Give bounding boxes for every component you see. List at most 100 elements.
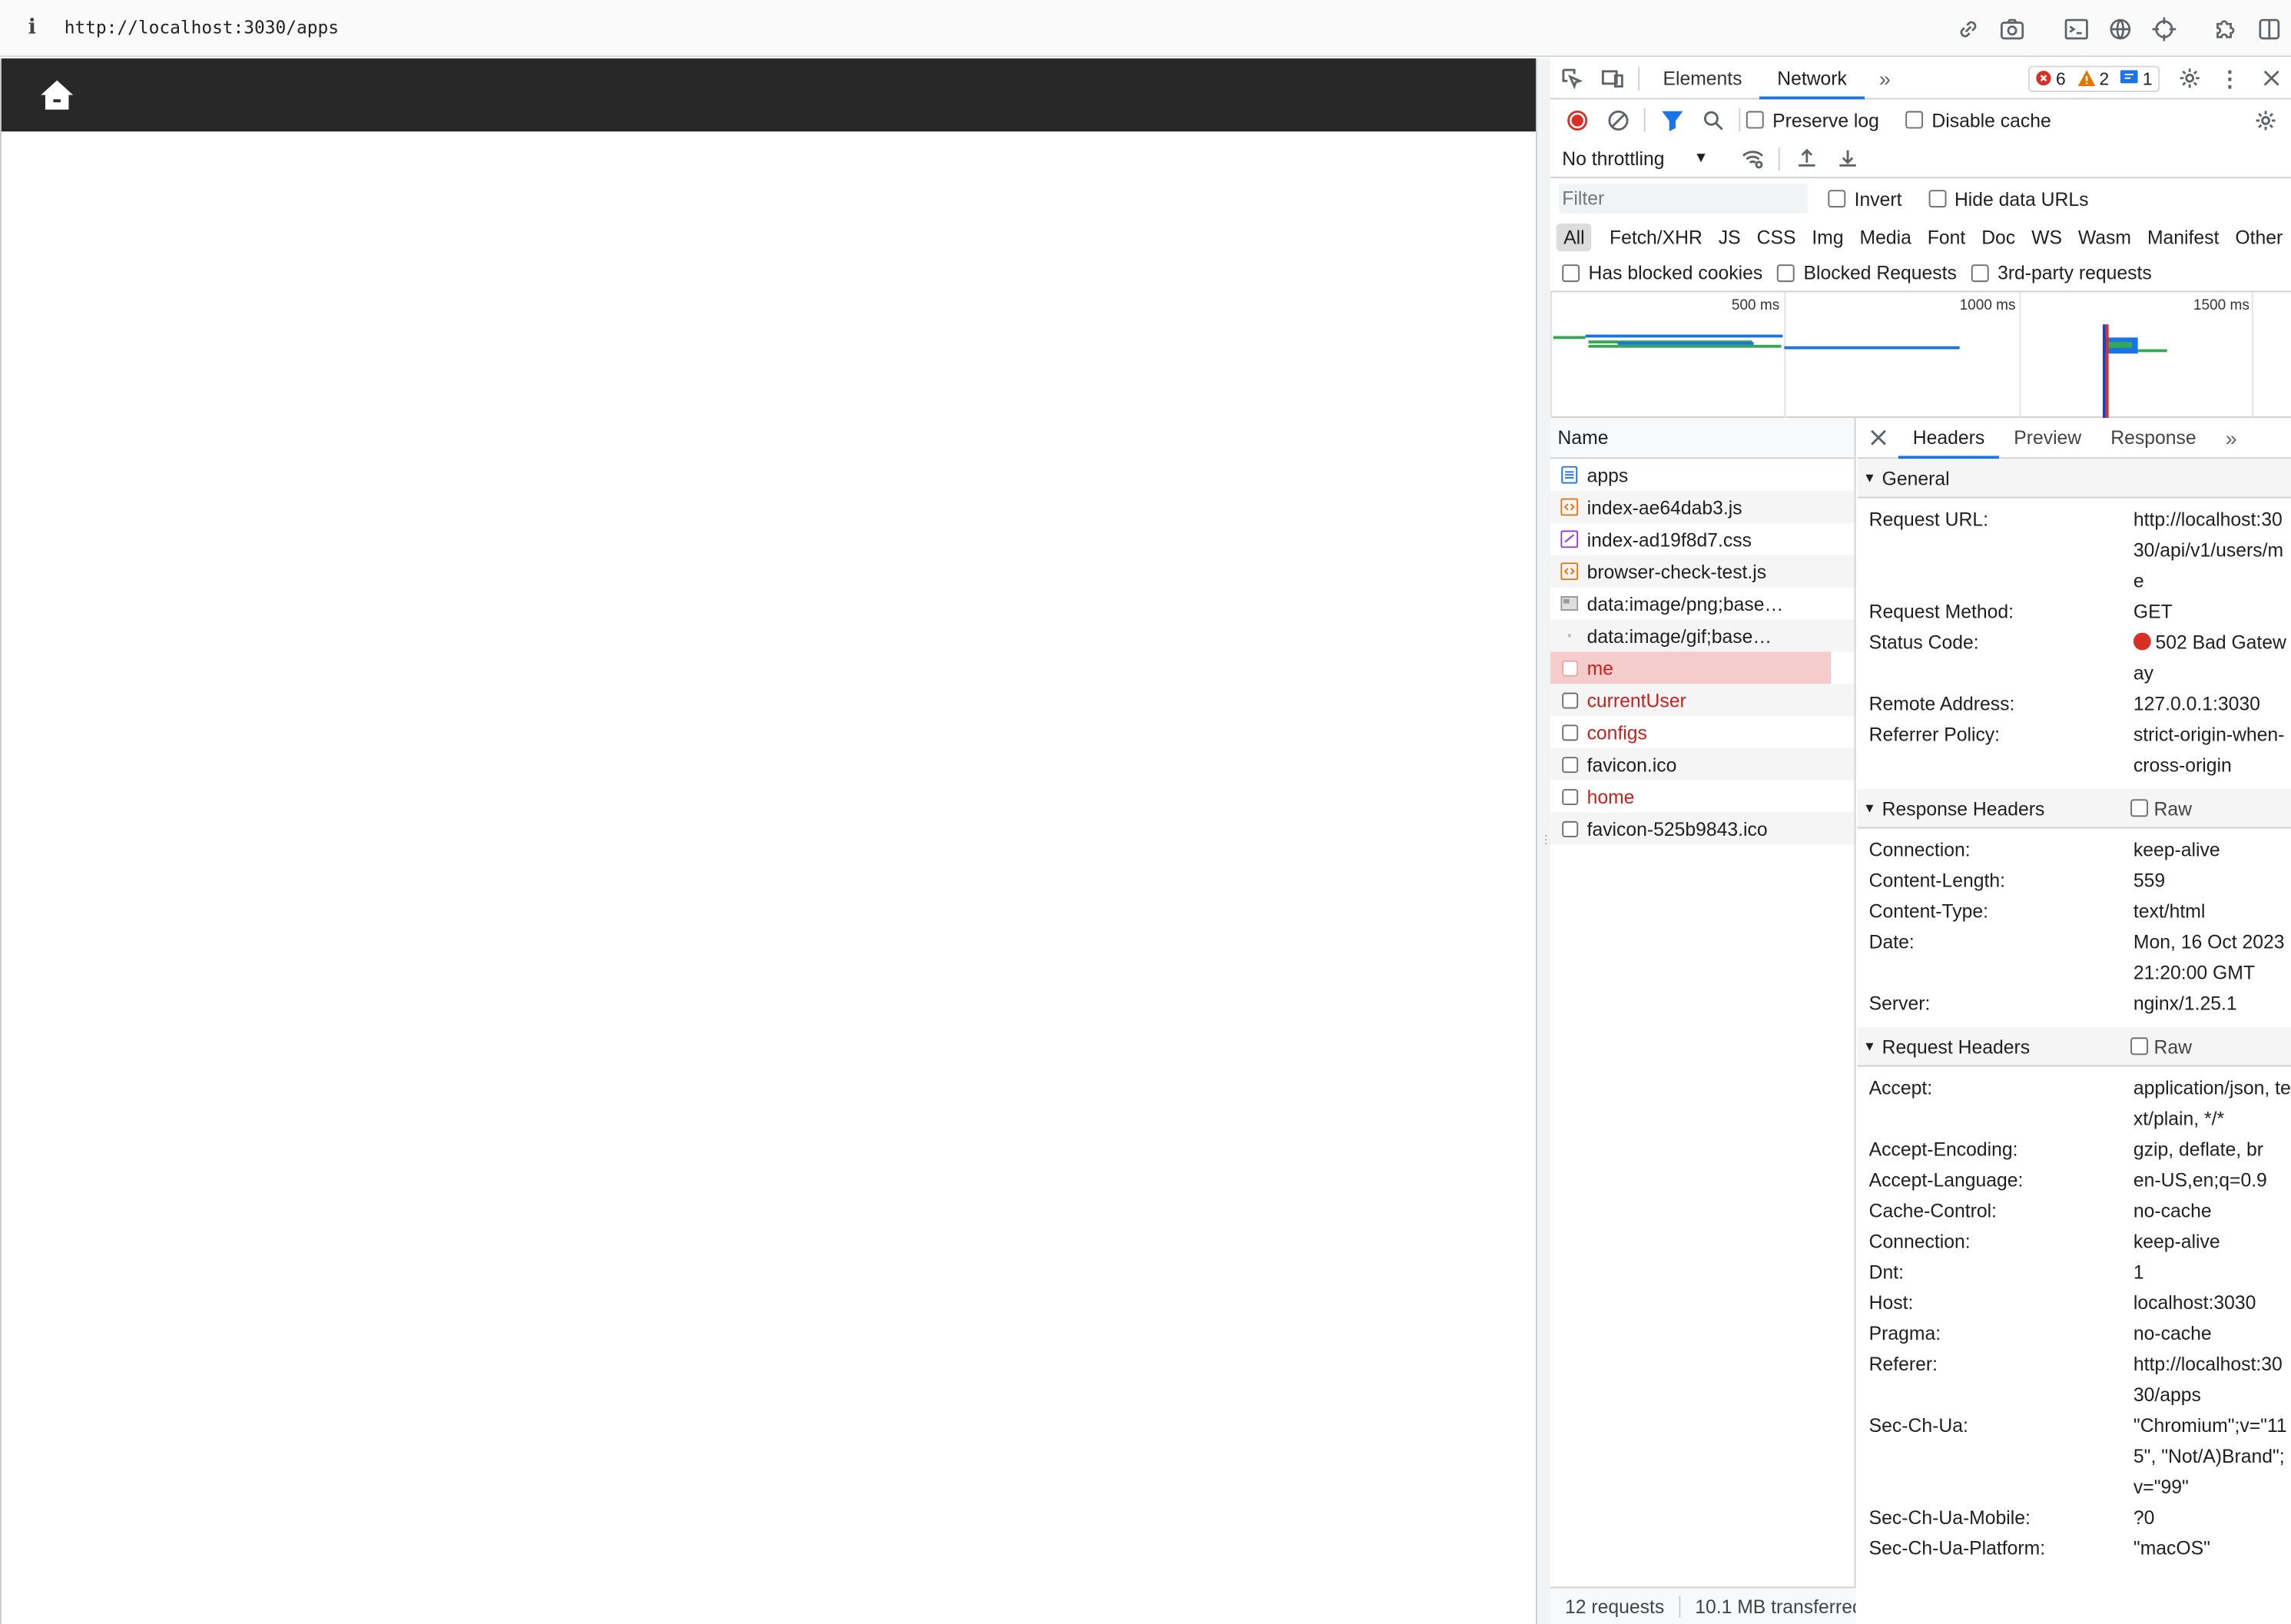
network-timeline[interactable]: 500 ms 1000 ms 1500 ms: [1550, 292, 2291, 418]
collapse-triangle-icon: ▼: [1863, 800, 1877, 816]
extensions-icon[interactable]: [2203, 7, 2247, 51]
import-har-icon[interactable]: [1785, 138, 1826, 179]
request-name: me: [1586, 656, 1613, 679]
request-row[interactable]: data:image/png;base…: [1550, 588, 1855, 620]
tab-headers[interactable]: Headers: [1898, 418, 2000, 459]
record-stop-icon[interactable]: [1557, 99, 1597, 140]
request-row[interactable]: favicon.ico: [1550, 747, 1855, 781]
timeline-gridline: [1550, 292, 1552, 418]
type-js[interactable]: JS: [1711, 223, 1748, 250]
network-settings-icon[interactable]: [2244, 99, 2285, 140]
filter-input[interactable]: Filter: [1559, 184, 1808, 214]
tab-response[interactable]: Response: [2096, 418, 2210, 458]
request-row[interactable]: configs: [1550, 716, 1855, 748]
section-general[interactable]: ▼ General: [1857, 459, 2291, 499]
blocked-requests-checkbox[interactable]: Blocked Requests: [1777, 261, 1957, 283]
checkbox[interactable]: [1971, 263, 1989, 282]
blocked-cookies-checkbox[interactable]: Has blocked cookies: [1562, 261, 1762, 283]
preserve-log-checkbox[interactable]: Preserve log: [1746, 109, 1879, 131]
invert-checkbox[interactable]: Invert: [1828, 187, 1901, 210]
request-row[interactable]: index-ad19f8d7.css: [1550, 523, 1855, 555]
tab-elements[interactable]: Elements: [1646, 58, 1760, 98]
header-row: Connection: keep-alive: [1857, 1226, 2291, 1257]
type-media[interactable]: Media: [1852, 223, 1918, 250]
raw-toggle[interactable]: Raw: [2130, 1036, 2192, 1057]
type-doc[interactable]: Doc: [1974, 223, 2023, 250]
more-tabs-icon[interactable]: »: [2211, 418, 2252, 458]
inspect-icon[interactable]: [1550, 58, 1591, 98]
camera-icon[interactable]: [1991, 7, 2034, 51]
kebab-menu-icon[interactable]: ⋮: [2210, 58, 2250, 98]
terminal-icon[interactable]: [2054, 7, 2098, 51]
export-har-icon[interactable]: [1827, 138, 1868, 179]
search-icon[interactable]: [1693, 99, 1733, 140]
type-manifest[interactable]: Manifest: [2140, 223, 2226, 250]
request-name: configs: [1586, 721, 1647, 744]
request-row[interactable]: browser-check-test.js: [1550, 555, 1855, 588]
section-request-headers[interactable]: ▼ Request Headers Raw: [1857, 1027, 2291, 1067]
request-row[interactable]: apps: [1550, 459, 1855, 491]
request-row[interactable]: favicon-525b9843.ico: [1550, 812, 1855, 845]
hide-data-urls-checkbox[interactable]: Hide data URLs: [1928, 187, 2089, 210]
type-other[interactable]: Other: [2228, 223, 2290, 250]
filter-icon[interactable]: [1651, 99, 1692, 140]
device-toggle-icon[interactable]: [1591, 58, 1632, 98]
network-conditions-icon[interactable]: [1732, 138, 1772, 179]
globe-icon[interactable]: [2098, 7, 2142, 51]
general-list: Request URL: http://localhost:3030/api/v1…: [1857, 499, 2291, 781]
warning-badge[interactable]: 2: [2071, 68, 2114, 88]
request-row[interactable]: home: [1550, 781, 1855, 813]
request-row[interactable]: data:image/gif;base…: [1550, 619, 1855, 652]
url-field[interactable]: http://localhost:3030/apps: [65, 18, 339, 38]
close-details-icon[interactable]: [1857, 418, 1898, 458]
header-value: "Chromium";v="115", "Not/A)Brand";v="99": [2133, 1414, 2287, 1498]
type-wasm[interactable]: Wasm: [2071, 223, 2138, 250]
sidebar-icon[interactable]: [2247, 7, 2291, 51]
checkbox[interactable]: [1777, 263, 1795, 282]
home-icon[interactable]: [39, 78, 75, 113]
throttling-select[interactable]: No throttling ▼: [1562, 147, 1708, 170]
crosshair-icon[interactable]: [2142, 7, 2186, 51]
type-ws[interactable]: WS: [2024, 223, 2070, 250]
raw-toggle[interactable]: Raw: [2130, 797, 2192, 819]
clear-icon[interactable]: [1597, 99, 1638, 140]
tab-preview[interactable]: Preview: [1999, 418, 2096, 458]
header-value: keep-alive: [2133, 1230, 2220, 1253]
more-tabs-icon[interactable]: »: [1865, 58, 1905, 98]
tab-network[interactable]: Network: [1759, 58, 1865, 99]
error-badge[interactable]: 6: [2030, 68, 2072, 88]
request-row[interactable]: currentUser: [1550, 684, 1855, 716]
site-info-icon[interactable]: i: [0, 16, 65, 39]
column-header-name[interactable]: Name: [1550, 417, 1855, 459]
type-img[interactable]: Img: [1805, 223, 1851, 250]
settings-icon[interactable]: [2169, 58, 2210, 98]
request-name: index-ad19f8d7.css: [1586, 528, 1752, 551]
link-icon[interactable]: [1946, 7, 1990, 51]
issues-badges[interactable]: 6 2 1: [2027, 65, 2160, 91]
checkbox[interactable]: [1905, 111, 1924, 129]
checkbox[interactable]: [1928, 190, 1946, 208]
type-all[interactable]: All: [1556, 223, 1593, 251]
request-row[interactable]: me: [1550, 651, 1832, 684]
file-type-icon: [1560, 530, 1579, 549]
page-viewport: [0, 58, 1537, 1624]
disable-cache-checkbox[interactable]: Disable cache: [1905, 109, 2051, 131]
type-font[interactable]: Font: [1920, 223, 1973, 250]
close-icon[interactable]: [2250, 58, 2291, 98]
checkbox[interactable]: [2130, 799, 2148, 817]
third-party-checkbox[interactable]: 3rd-party requests: [1971, 261, 2152, 283]
request-row[interactable]: index-ae64dab3.js: [1550, 491, 1855, 523]
message-badge[interactable]: 1: [2115, 68, 2158, 88]
file-type-icon: [1560, 595, 1579, 612]
checkbox[interactable]: [1746, 111, 1764, 129]
type-css[interactable]: CSS: [1749, 223, 1803, 250]
devtools-splitter[interactable]: ⋮: [1536, 58, 1552, 1624]
header-row: Content-Type: text/html: [1857, 896, 2291, 926]
file-type-icon: [1560, 498, 1579, 516]
checkbox[interactable]: [2130, 1037, 2148, 1056]
type-fetch-xhr[interactable]: Fetch/XHR: [1602, 223, 1709, 250]
checkbox[interactable]: [1562, 263, 1580, 282]
section-response-headers[interactable]: ▼ Response Headers Raw: [1857, 789, 2291, 829]
checkbox[interactable]: [1828, 190, 1846, 208]
section-title: General: [1882, 466, 1950, 489]
